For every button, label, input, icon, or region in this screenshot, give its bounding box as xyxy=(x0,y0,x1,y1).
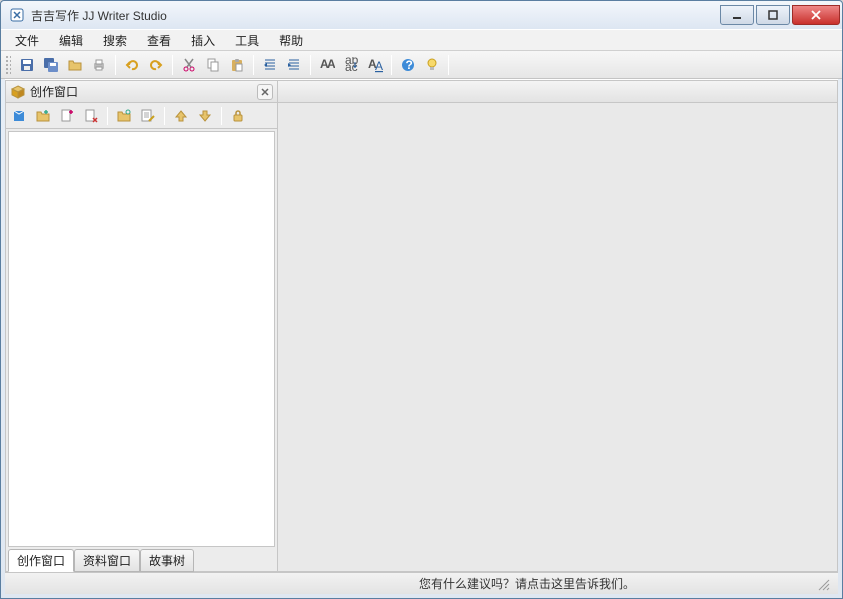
left-panel: 创作窗口 创作窗口 xyxy=(5,80,278,572)
panel-separator xyxy=(107,107,108,125)
new-book-button[interactable] xyxy=(8,105,30,127)
panel-separator xyxy=(221,107,222,125)
move-down-button[interactable] xyxy=(194,105,216,127)
undo-icon xyxy=(124,57,140,73)
panel-tabs: 创作窗口 资料窗口 故事树 xyxy=(6,549,277,571)
new-folder-button[interactable] xyxy=(32,105,54,127)
open-button[interactable] xyxy=(63,53,87,77)
toolbar-separator xyxy=(391,55,392,75)
outdent-icon xyxy=(262,57,278,73)
svg-text:A: A xyxy=(375,59,383,73)
menu-help[interactable]: 帮助 xyxy=(269,30,313,50)
redo-icon xyxy=(148,57,164,73)
undo-button[interactable] xyxy=(120,53,144,77)
maximize-button[interactable] xyxy=(756,5,790,25)
delete-icon xyxy=(83,108,99,124)
properties-button[interactable] xyxy=(113,105,135,127)
toolbar-grip xyxy=(5,55,11,75)
print-button[interactable] xyxy=(87,53,111,77)
search-again-button[interactable]: AA xyxy=(363,53,387,77)
toolbar-separator xyxy=(115,55,116,75)
save-icon xyxy=(19,57,35,73)
editor-tabbar xyxy=(278,81,837,103)
panel-separator xyxy=(164,107,165,125)
tree-view[interactable] xyxy=(8,131,275,547)
panel-toolbar xyxy=(6,103,277,129)
lock-icon xyxy=(230,108,246,124)
save-all-button[interactable] xyxy=(39,53,63,77)
main-area xyxy=(278,80,838,572)
toolbar-separator xyxy=(253,55,254,75)
lightbulb-icon xyxy=(424,57,440,73)
menu-edit[interactable]: 编辑 xyxy=(49,30,93,50)
toolbar-separator xyxy=(310,55,311,75)
panel-close-button[interactable] xyxy=(257,84,273,100)
copy-button[interactable] xyxy=(201,53,225,77)
search-icon: AA xyxy=(367,57,383,73)
move-up-button[interactable] xyxy=(170,105,192,127)
outdent-button[interactable] xyxy=(258,53,282,77)
tip-button[interactable] xyxy=(420,53,444,77)
arrow-up-icon xyxy=(173,108,189,124)
minimize-button[interactable] xyxy=(720,5,754,25)
arrow-down-icon xyxy=(197,108,213,124)
tab-resources[interactable]: 资料窗口 xyxy=(74,549,140,572)
toolbar-separator xyxy=(172,55,173,75)
menu-insert[interactable]: 插入 xyxy=(181,30,225,50)
cut-icon xyxy=(181,57,197,73)
svg-text:A: A xyxy=(327,57,335,71)
panel-cube-icon xyxy=(10,84,26,100)
menu-file[interactable]: 文件 xyxy=(5,30,49,50)
save-button[interactable] xyxy=(15,53,39,77)
find-icon: AA xyxy=(319,57,335,73)
tab-creation[interactable]: 创作窗口 xyxy=(8,549,74,572)
resize-grip-icon[interactable] xyxy=(816,577,830,591)
print-icon xyxy=(91,57,107,73)
lock-button[interactable] xyxy=(227,105,249,127)
menu-tools[interactable]: 工具 xyxy=(225,30,269,50)
help-icon: ? xyxy=(400,57,416,73)
app-window: 吉吉写作 JJ Writer Studio 文件 编辑 搜索 查看 插入 工具 … xyxy=(0,0,843,599)
close-button[interactable] xyxy=(792,5,840,25)
menu-search[interactable]: 搜索 xyxy=(93,30,137,50)
new-doc-button[interactable] xyxy=(56,105,78,127)
menubar: 文件 编辑 搜索 查看 插入 工具 帮助 xyxy=(1,29,842,51)
open-folder-icon xyxy=(67,57,83,73)
save-all-icon xyxy=(43,57,59,73)
properties-icon xyxy=(116,108,132,124)
tab-story-tree[interactable]: 故事树 xyxy=(140,549,194,572)
body-area: 创作窗口 创作窗口 xyxy=(5,79,838,572)
edit-icon xyxy=(140,108,156,124)
main-toolbar: AA abac AA ? xyxy=(1,51,842,79)
paste-icon xyxy=(229,57,245,73)
editor-content[interactable] xyxy=(278,103,837,571)
svg-text:?: ? xyxy=(406,58,413,72)
toolbar-separator xyxy=(448,55,449,75)
edit-button[interactable] xyxy=(137,105,159,127)
window-title: 吉吉写作 JJ Writer Studio xyxy=(31,7,720,24)
indent-icon xyxy=(286,57,302,73)
folder-plus-icon xyxy=(35,108,51,124)
window-controls xyxy=(720,5,840,25)
help-button[interactable]: ? xyxy=(396,53,420,77)
find-button[interactable]: AA xyxy=(315,53,339,77)
paste-button[interactable] xyxy=(225,53,249,77)
book-icon xyxy=(11,108,27,124)
panel-header: 创作窗口 xyxy=(6,81,277,103)
copy-icon xyxy=(205,57,221,73)
titlebar: 吉吉写作 JJ Writer Studio xyxy=(1,1,842,29)
status-message[interactable]: 您有什么建议吗？请点击这里告诉我们。 xyxy=(419,575,635,592)
close-icon xyxy=(261,88,269,96)
replace-icon: abac xyxy=(343,57,359,73)
new-doc-icon xyxy=(59,108,75,124)
redo-button[interactable] xyxy=(144,53,168,77)
cut-button[interactable] xyxy=(177,53,201,77)
app-icon xyxy=(9,7,25,23)
statusbar: 您有什么建议吗？请点击这里告诉我们。 xyxy=(5,572,838,594)
indent-button[interactable] xyxy=(282,53,306,77)
delete-button[interactable] xyxy=(80,105,102,127)
panel-title: 创作窗口 xyxy=(30,83,257,100)
menu-view[interactable]: 查看 xyxy=(137,30,181,50)
replace-button[interactable]: abac xyxy=(339,53,363,77)
